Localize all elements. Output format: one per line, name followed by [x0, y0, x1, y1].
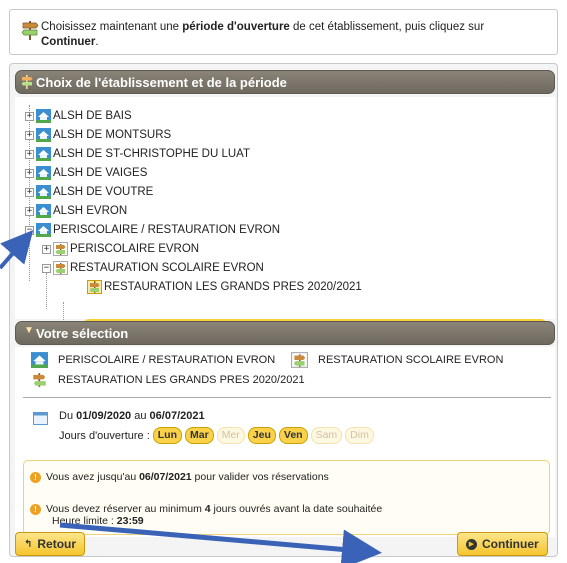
tree-node-label: PERISCOLAIRE / RESTAURATION EVRON: [53, 224, 281, 236]
info-icon: !: [30, 504, 41, 515]
selected-establishment: PERISCOLAIRE / RESTAURATION EVRON: [31, 352, 275, 368]
info-icon: !: [30, 472, 41, 483]
building-icon: [31, 352, 48, 368]
instruction-box: Choisissez maintenant une période d'ouve…: [9, 9, 558, 55]
chevron-down-icon: ▼: [24, 325, 34, 336]
tree-node[interactable]: + ALSH DE VAIGES: [25, 164, 147, 182]
tree-section-header[interactable]: Choix de l'établissement et de la périod…: [15, 70, 555, 94]
signpost-icon: [87, 280, 102, 294]
building-icon: [36, 166, 51, 180]
day-badge-open: Mar: [185, 427, 214, 444]
opening-days: Jours d'ouverture : Lun Mar Mer Jeu Ven …: [59, 427, 374, 444]
play-icon: ▶: [466, 538, 477, 550]
tree-node[interactable]: + ALSH DE VOUTRE: [25, 183, 153, 201]
reservation-info-box: ! Vous avez jusqu'au 06/07/2021 pour val…: [23, 460, 550, 535]
building-icon: [36, 185, 51, 199]
signpost-icon: [21, 21, 39, 40]
date-range: Du 01/09/2020 au 06/07/2021: [59, 410, 205, 422]
expand-icon[interactable]: +: [25, 111, 34, 121]
selection-section-header[interactable]: ▼ Votre sélection: [15, 321, 555, 345]
tree-node[interactable]: + ALSH DE ST-CHRISTOPHE DU LUAT: [25, 145, 250, 163]
tree-node-label: ALSH DE BAIS: [53, 110, 132, 122]
day-badge-closed: Dim: [345, 427, 374, 444]
tree-node-expanded[interactable]: − PERISCOLAIRE / RESTAURATION EVRON: [25, 221, 280, 239]
expand-icon[interactable]: +: [25, 168, 34, 178]
building-icon: [36, 223, 51, 237]
establishment-tree: + ALSH DE BAIS + ALSH DE MONTSURS + ALSH…: [15, 97, 555, 337]
continue-button[interactable]: ▶ Continuer: [457, 532, 548, 556]
main-panel: Choix de l'établissement et de la périod…: [9, 63, 558, 557]
tree-node-label: RESTAURATION SCOLAIRE EVRON: [70, 262, 264, 274]
tree-node-label: ALSH DE VAIGES: [53, 167, 148, 179]
signpost-icon: [21, 75, 33, 89]
collapse-icon[interactable]: −: [25, 225, 34, 235]
back-arrow-icon: ↰: [24, 538, 33, 550]
day-badge-open: Jeu: [247, 427, 276, 444]
activity-icon: [53, 242, 68, 256]
selected-activity: RESTAURATION SCOLAIRE EVRON: [291, 352, 503, 368]
expand-icon[interactable]: +: [42, 244, 51, 254]
day-badge-closed: Sam: [310, 427, 343, 444]
tree-node[interactable]: + PERISCOLAIRE EVRON: [42, 240, 199, 258]
day-badge-closed: Mer: [216, 427, 245, 444]
tree-node-label: ALSH DE MONTSURS: [53, 129, 172, 141]
activity-icon: [291, 352, 308, 368]
tree-node-label: ALSH DE VOUTRE: [53, 186, 154, 198]
calendar-icon: [33, 412, 48, 425]
day-badge-open: Ven: [278, 427, 308, 444]
expand-icon[interactable]: +: [25, 206, 34, 216]
tree-node[interactable]: + ALSH EVRON: [25, 202, 127, 220]
signpost-icon: [33, 373, 46, 387]
deadline-info: ! Vous avez jusqu'au 06/07/2021 pour val…: [30, 471, 329, 483]
selected-period: RESTAURATION LES GRANDS PRES 2020/2021: [31, 372, 305, 388]
collapse-icon[interactable]: −: [42, 263, 51, 273]
selection-summary: PERISCOLAIRE / RESTAURATION EVRON RESTAU…: [15, 347, 555, 537]
selection-section-title: Votre sélection: [36, 326, 129, 341]
tree-node-label: PERISCOLAIRE EVRON: [70, 243, 200, 255]
building-icon: [36, 109, 51, 123]
back-button[interactable]: ↰ Retour: [15, 532, 86, 556]
activity-icon: [53, 261, 68, 275]
expand-icon[interactable]: +: [25, 187, 34, 197]
day-badge-open: Lun: [152, 427, 183, 444]
building-icon: [36, 147, 51, 161]
building-icon: [36, 204, 51, 218]
expand-icon[interactable]: +: [25, 149, 34, 159]
minimum-days-info: ! Vous devez réserver au minimum 4 jours…: [30, 503, 382, 527]
expand-icon[interactable]: +: [25, 130, 34, 140]
tree-node[interactable]: + ALSH DE MONTSURS: [25, 126, 171, 144]
tree-node-label: ALSH DE ST-CHRISTOPHE DU LUAT: [53, 148, 251, 160]
building-icon: [36, 128, 51, 142]
instruction-text: Choisissez maintenant une période d'ouve…: [41, 21, 485, 48]
tree-node-expanded[interactable]: − RESTAURATION SCOLAIRE EVRON: [42, 259, 264, 277]
tree-section-title: Choix de l'établissement et de la périod…: [36, 75, 287, 90]
divider: [23, 397, 551, 398]
tree-node-label: ALSH EVRON: [53, 205, 128, 217]
tree-node[interactable]: + ALSH DE BAIS: [25, 107, 132, 125]
tree-node-label: RESTAURATION LES GRANDS PRES 2020/2021: [104, 281, 362, 293]
tree-node-selected-period[interactable]: RESTAURATION LES GRANDS PRES 2020/2021: [87, 278, 362, 296]
